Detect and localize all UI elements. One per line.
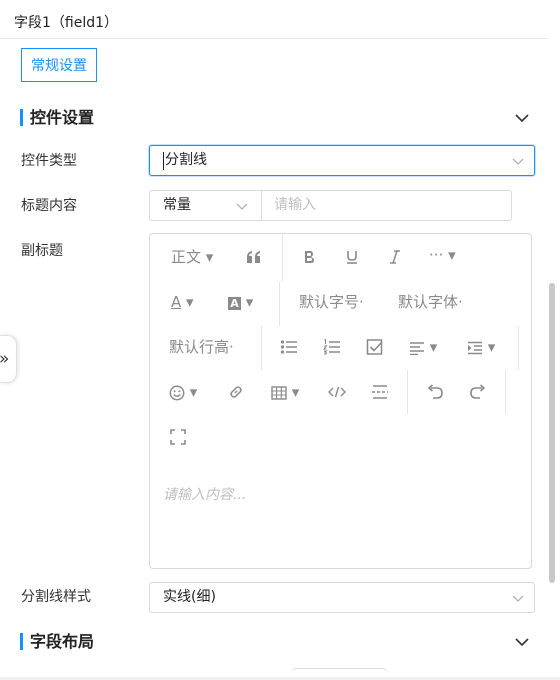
font-family-dropdown[interactable]: 默认字体· bbox=[398, 292, 463, 312]
todo-list-icon[interactable] bbox=[366, 338, 384, 356]
line-height-label: 默认行高 bbox=[169, 338, 230, 356]
control-type-label: 控件类型 bbox=[21, 153, 77, 169]
toolbar-divider bbox=[518, 326, 519, 370]
title-mode-select[interactable]: 常量 bbox=[149, 190, 262, 221]
rich-text-editor[interactable]: 正文 ▾ ··· ▾ A ▾ A ▾ 默认字号· 默认字体· 默认行高· ▾ ▾… bbox=[149, 233, 532, 569]
chevron-down-icon bbox=[236, 203, 248, 210]
background-color-icon[interactable]: A ▾ bbox=[228, 292, 253, 312]
section-accent-bar bbox=[20, 633, 23, 650]
title-content-input[interactable]: 请输入 bbox=[262, 190, 512, 221]
control-type-select[interactable]: 分割线 bbox=[149, 145, 535, 176]
control-type-value: 分割线 bbox=[165, 152, 207, 168]
title-mode-value: 常量 bbox=[163, 197, 191, 213]
line-height-dropdown[interactable]: 默认行高· bbox=[169, 337, 234, 357]
code-icon[interactable] bbox=[328, 385, 346, 399]
link-icon[interactable] bbox=[228, 384, 244, 400]
panel-header: 字段1（field1） bbox=[0, 0, 548, 39]
expand-panel-icon: » bbox=[0, 349, 10, 369]
subtitle-label: 副标题 bbox=[21, 243, 63, 259]
field-layout-section-header[interactable]: 字段布局 bbox=[20, 631, 540, 653]
chevron-down-icon[interactable] bbox=[514, 634, 530, 650]
general-settings-button[interactable]: 常规设置 bbox=[21, 48, 97, 82]
indent-icon[interactable]: ▾ bbox=[467, 337, 495, 357]
bulleted-list-icon[interactable] bbox=[280, 339, 298, 355]
emoji-icon[interactable]: ▾ bbox=[169, 382, 197, 402]
font-size-dropdown[interactable]: 默认字号· bbox=[299, 292, 364, 312]
undo-icon[interactable] bbox=[426, 384, 444, 400]
chevron-down-icon bbox=[512, 158, 524, 165]
fullscreen-icon[interactable] bbox=[170, 429, 186, 445]
title-content-label: 标题内容 bbox=[21, 198, 77, 214]
toolbar-divider bbox=[261, 326, 262, 370]
toolbar-divider bbox=[279, 282, 280, 326]
font-family-label: 默认字体 bbox=[398, 293, 459, 311]
expand-panel-button[interactable]: » bbox=[0, 335, 17, 383]
title-content-placeholder: 请输入 bbox=[274, 197, 316, 213]
paragraph-format-label: 正文 bbox=[171, 248, 202, 266]
numbered-list-icon[interactable] bbox=[323, 339, 341, 355]
toolbar-divider bbox=[505, 370, 506, 414]
section-accent-bar bbox=[20, 109, 23, 126]
next-control-fragment bbox=[291, 668, 388, 675]
section-title: 控件设置 bbox=[30, 108, 95, 127]
control-settings-section-header[interactable]: 控件设置 bbox=[20, 107, 540, 129]
divider-style-value: 实线(细) bbox=[163, 589, 216, 605]
scrollbar-thumb[interactable] bbox=[549, 283, 555, 583]
text-cursor bbox=[163, 152, 164, 170]
toolbar-divider bbox=[407, 370, 408, 414]
font-color-icon[interactable]: A ▾ bbox=[171, 292, 194, 312]
section-title: 字段布局 bbox=[30, 632, 95, 651]
editor-placeholder: 请输入内容... bbox=[163, 487, 247, 503]
quote-icon[interactable] bbox=[246, 250, 262, 264]
chevron-down-icon[interactable] bbox=[514, 110, 530, 126]
divider-style-label: 分割线样式 bbox=[21, 589, 91, 605]
italic-icon[interactable] bbox=[388, 249, 402, 265]
redo-icon[interactable] bbox=[469, 384, 487, 400]
more-icon[interactable]: ··· ▾ bbox=[429, 245, 456, 265]
underline-icon[interactable] bbox=[345, 249, 359, 265]
field-title: 字段1（field1） bbox=[14, 15, 119, 31]
align-icon[interactable]: ▾ bbox=[409, 337, 437, 357]
toolbar-divider bbox=[282, 234, 283, 281]
table-icon[interactable]: ▾ bbox=[271, 382, 299, 402]
chevron-down-icon bbox=[512, 595, 524, 602]
bold-icon[interactable] bbox=[302, 249, 316, 265]
paragraph-format-dropdown[interactable]: 正文 ▾ bbox=[171, 247, 213, 267]
divider-style-select[interactable]: 实线(细) bbox=[149, 582, 535, 613]
font-size-label: 默认字号 bbox=[299, 293, 360, 311]
divider-icon[interactable] bbox=[371, 384, 389, 400]
